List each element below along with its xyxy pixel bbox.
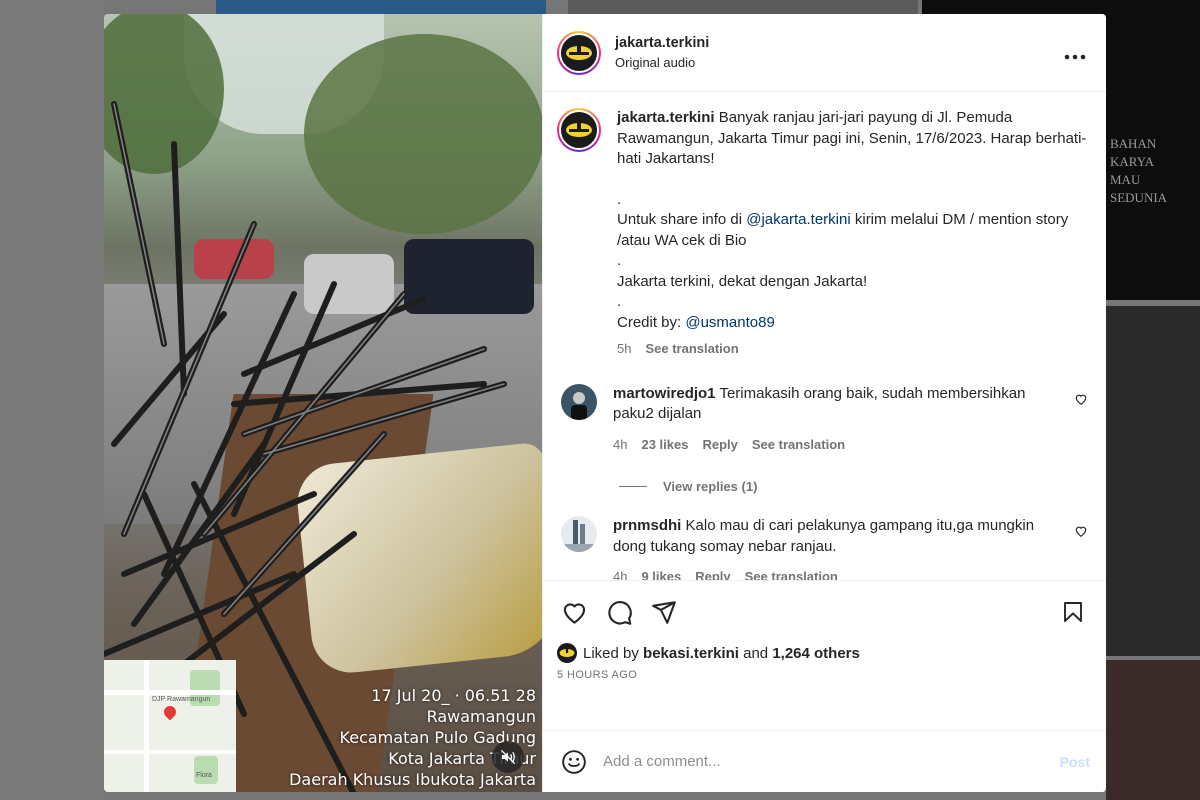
comment-likes-count[interactable]: 23 likes <box>641 435 688 456</box>
see-translation-button[interactable]: See translation <box>752 435 845 456</box>
liked-by-user[interactable]: bekasi.terkini <box>643 645 739 662</box>
share-button[interactable] <box>647 595 681 629</box>
comment-meta: 4h 9 likes Reply See translation <box>613 567 1050 580</box>
backdrop-text-line: MAU SEDUNIA <box>1110 172 1168 205</box>
backdrop-tile <box>1106 660 1200 800</box>
comments-scroll-area[interactable]: jakarta.terkini Banyak ranjau jari-jari … <box>543 92 1106 580</box>
post-caption: jakarta.terkini Banyak ranjau jari-jari … <box>557 108 1090 360</box>
author-avatar[interactable] <box>557 30 601 75</box>
backdrop-tile <box>216 0 546 14</box>
post-details-panel: jakarta.terkini Original audio jakarta.t… <box>542 14 1106 792</box>
bekasi-terkini-logo-icon <box>559 648 575 657</box>
speaker-muted-icon <box>500 749 516 765</box>
caption-paragraph: Untuk share info di @jakarta.terkini kir… <box>617 210 1090 251</box>
comment-button[interactable] <box>602 595 636 629</box>
caption-text: jakarta.terkini Banyak ranjau jari-jari … <box>617 108 1090 170</box>
see-translation-button[interactable]: See translation <box>645 339 738 360</box>
backdrop-tile <box>568 0 918 14</box>
commenter-username[interactable]: martowiredjo1 <box>613 385 716 402</box>
author-username[interactable]: jakarta.terkini <box>615 35 1060 51</box>
liked-by-prefix: Liked by <box>583 644 639 662</box>
caption-dot: . <box>617 252 622 269</box>
map-label: Flora <box>196 772 212 779</box>
comment-meta: 4h 23 likes Reply See translation <box>613 435 1050 456</box>
caption-text-fragment: Untuk share info di <box>617 211 747 228</box>
view-replies-button[interactable]: View replies (1) <box>619 479 1090 494</box>
comment-text: martowiredjo1 Terimakasih orang baik, su… <box>613 384 1050 425</box>
commenter-avatar[interactable] <box>561 383 597 420</box>
caption-author-avatar[interactable] <box>557 108 601 152</box>
likes-count-link[interactable]: 1,264 others <box>772 645 860 662</box>
caption-username[interactable]: jakarta.terkini <box>617 109 715 126</box>
comment-time[interactable]: 4h <box>613 567 627 580</box>
save-button[interactable] <box>1056 595 1090 629</box>
post-comment-button[interactable]: Post <box>1060 754 1090 770</box>
replies-divider <box>619 486 647 487</box>
like-comment-heart-icon[interactable] <box>1074 524 1088 538</box>
share-icon <box>652 601 676 624</box>
liker-avatar[interactable] <box>557 643 577 663</box>
more-horizontal-icon <box>1064 54 1086 59</box>
video-timestamp-overlay: 17 Jul 20_ · 06.51 28 Rawamangun Kecamat… <box>289 685 536 790</box>
timestamp-line: 17 Jul 20_ · 06.51 28 <box>371 686 536 705</box>
add-comment-bar: Post <box>543 730 1106 792</box>
timestamp-line: Daerah Khusus Ibukota Jakarta <box>289 770 536 789</box>
emoji-icon[interactable] <box>561 749 587 775</box>
caption-text-fragment: Credit by: <box>617 313 686 331</box>
reply-button[interactable]: Reply <box>702 435 737 456</box>
action-icons-row <box>557 595 1090 629</box>
backdrop-tile <box>1106 306 1200 656</box>
caption-time[interactable]: 5h <box>617 339 631 360</box>
caption-paragraph: Jakarta terkini, dekat dengan Jakarta! <box>617 272 868 290</box>
more-options-button[interactable] <box>1060 40 1090 66</box>
reply-button[interactable]: Reply <box>695 567 730 580</box>
map-pin-icon <box>161 703 179 721</box>
comment-input[interactable] <box>603 753 1060 770</box>
caption-dot: . <box>617 293 622 310</box>
caption-meta: 5h See translation <box>617 339 1090 360</box>
post-modal: DJP Rawamangun Flora 17 Jul 20_ · 06.51 … <box>104 14 1106 792</box>
backdrop-text-line: BAHAN KARYA <box>1110 136 1157 169</box>
mute-button[interactable] <box>492 741 524 773</box>
map-park <box>194 756 218 784</box>
caption-dot: . <box>617 190 622 208</box>
commenter-username[interactable]: prnmsdhi <box>613 517 681 534</box>
liked-by-summary: Liked by bekasi.terkini and 1,264 others <box>557 643 1090 663</box>
post-actions: Liked by bekasi.terkini and 1,264 others… <box>543 580 1106 730</box>
post-timestamp[interactable]: 5 HOURS AGO <box>557 669 1090 681</box>
map-label: DJP Rawamangun <box>152 696 211 703</box>
liked-by-middle: and <box>738 644 773 662</box>
see-translation-button[interactable]: See translation <box>745 567 838 580</box>
map-road <box>104 690 236 695</box>
jakarta-terkini-logo-icon <box>566 122 592 137</box>
map-road <box>144 660 149 792</box>
comment-item: martowiredjo1 Terimakasih orang baik, su… <box>557 383 1090 456</box>
comment-likes-count[interactable]: 9 likes <box>641 567 681 580</box>
location-map-thumbnail: DJP Rawamangun Flora <box>104 660 236 792</box>
timestamp-line: Rawamangun <box>426 707 536 726</box>
comment-icon <box>607 600 632 625</box>
view-replies-label: View replies (1) <box>663 479 758 494</box>
backdrop-text: BAHAN KARYA MAU SEDUNIA <box>1110 135 1200 207</box>
user-photo-icon <box>561 383 597 420</box>
backdrop-tile <box>0 0 104 800</box>
comment-time[interactable]: 4h <box>613 435 627 456</box>
mention-link[interactable]: @usmanto89 <box>685 314 774 331</box>
heart-icon <box>563 602 585 624</box>
post-video[interactable]: DJP Rawamangun Flora 17 Jul 20_ · 06.51 … <box>104 14 542 792</box>
like-comment-heart-icon[interactable] <box>1074 392 1088 406</box>
mention-link[interactable]: @jakarta.terkini <box>746 211 850 228</box>
comment-text: prnmsdhi Kalo mau di cari pelakunya gamp… <box>613 516 1050 557</box>
audio-label[interactable]: Original audio <box>615 55 1060 70</box>
comment-item: prnmsdhi Kalo mau di cari pelakunya gamp… <box>557 516 1090 580</box>
map-road <box>104 750 236 754</box>
like-button[interactable] <box>557 595 591 629</box>
caption-credit: Credit by: @usmanto89 <box>617 313 1090 334</box>
user-photo-icon <box>561 516 597 552</box>
commenter-avatar[interactable] <box>561 516 597 552</box>
bookmark-icon <box>1064 602 1082 622</box>
post-header: jakarta.terkini Original audio <box>543 14 1106 92</box>
jakarta-terkini-logo-icon <box>566 44 592 60</box>
